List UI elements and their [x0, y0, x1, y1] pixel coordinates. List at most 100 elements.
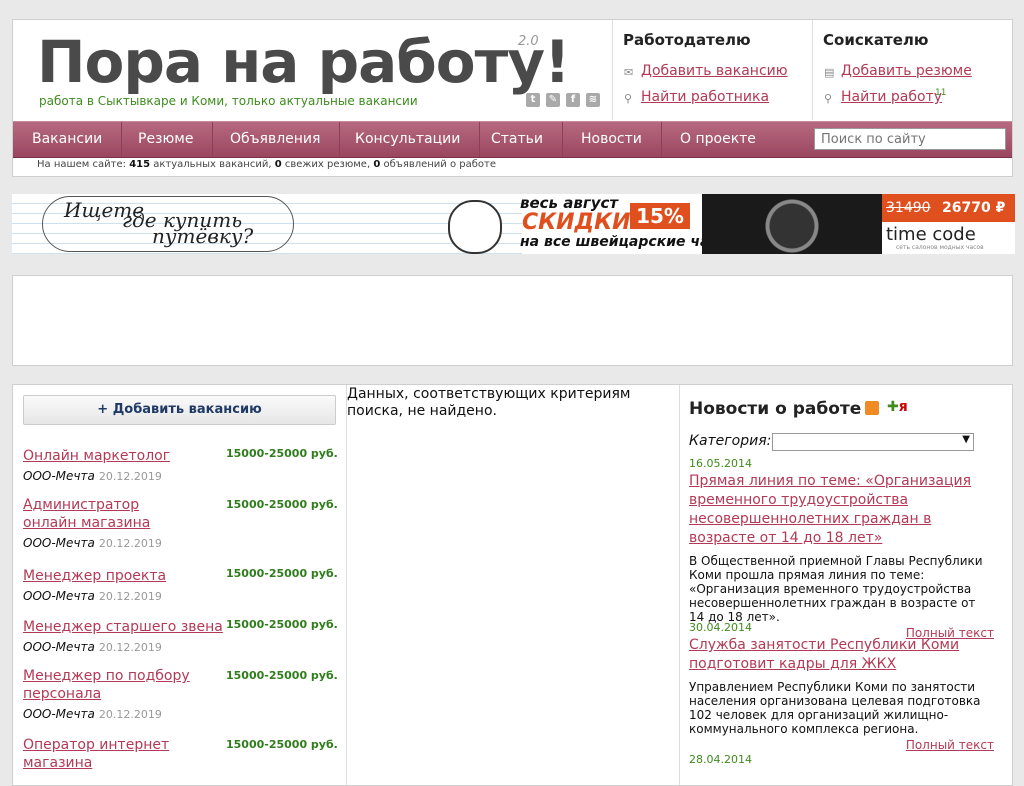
twitter-icon[interactable]: t [526, 93, 540, 107]
vacancy-date: 20.12.2019 [98, 708, 162, 721]
vacancy-salary: 15000-25000 руб. [226, 567, 338, 580]
briefcase-icon: ✉ [624, 66, 634, 79]
vacancy-date: 20.12.2019 [98, 641, 162, 654]
vacancy-item: Оператор интернет магазина 15000-25000 р… [23, 736, 343, 772]
column-divider [346, 385, 347, 785]
brand-name: time code [886, 224, 976, 245]
category-select[interactable]: ▼ [772, 433, 974, 451]
livejournal-icon[interactable]: ✎ [546, 93, 560, 107]
stats-prefix: На нашем сайте: [37, 159, 126, 170]
news-date: 30.04.2014 [689, 621, 752, 634]
cartoon-character-icon [448, 200, 502, 254]
vacancy-company: ООО-Мечта [23, 536, 95, 550]
main-nav: Вакансии Резюме Объявления Консультации … [13, 121, 1012, 158]
brand-subtitle: сеть салонов модных часов [896, 244, 984, 251]
news-date: 28.04.2014 [689, 753, 752, 766]
promo-percent: 15% [630, 203, 690, 229]
site-logo[interactable]: Пора на работу! [37, 32, 571, 92]
seeker-title: Соискателю [823, 31, 929, 49]
vacancy-item: Администратор онлайн магазина 15000-2500… [23, 496, 343, 551]
old-price: 31490 [886, 200, 931, 216]
vacancy-date: 20.12.2019 [98, 537, 162, 550]
nav-item-articles[interactable]: Статьи [472, 122, 564, 157]
vacancy-salary: 15000-25000 руб. [226, 498, 338, 511]
stats-ads-count: 0 [373, 159, 381, 170]
stats-resumes-label: свежих резюме, [284, 159, 371, 170]
vacancy-date: 20.12.2019 [98, 470, 162, 483]
news-title: Новости о работе [689, 399, 862, 419]
document-icon: ▤ [824, 66, 835, 79]
banner-line-3: путёвку? [152, 224, 254, 248]
no-results-message: Данных, соответствующих критериям поиска… [347, 386, 631, 419]
site-header: Пора на работу! 2.0 работа в Сыктывкаре … [12, 19, 1013, 177]
stats-vacancies-count: 415 [129, 159, 151, 170]
stats-ads-label: объявлений о работе [383, 159, 497, 170]
vacancy-item: Менеджер проекта 15000-25000 руб. ООО-Ме… [23, 565, 343, 604]
promo-main: СКИДКИ [522, 210, 631, 235]
site-search-input[interactable] [814, 128, 1006, 150]
vacancy-item: Онлайн маркетолог 15000-25000 руб. ООО-М… [23, 445, 343, 484]
column-divider [612, 20, 613, 120]
site-tagline: работа в Сыктывкаре и Коми, только актуа… [39, 94, 418, 108]
add-vacancy-button[interactable]: + Добавить вакансию [23, 395, 336, 425]
category-label: Категория: [689, 433, 772, 449]
new-price: 26770 ₽ [942, 200, 1006, 216]
nav-item-ads[interactable]: Объявления [211, 122, 341, 157]
ad-banner[interactable]: Ищете где купить путёвку? весь август СК… [12, 194, 1015, 254]
add-resume-link[interactable]: Добавить резюме [841, 63, 972, 79]
vacancy-title[interactable]: Онлайн маркетолог [23, 448, 170, 464]
rss-icon[interactable] [865, 401, 879, 415]
nav-item-vacancies[interactable]: Вакансии [13, 122, 123, 157]
chevron-down-icon: ▼ [962, 434, 970, 445]
vacancy-title[interactable]: Администратор онлайн магазина [23, 497, 150, 531]
stats-resumes-count: 0 [274, 159, 282, 170]
price-bar: 31490 26770 ₽ [882, 194, 1015, 222]
news-item: 28.04.2014 [689, 753, 994, 766]
news-text: В Общественной приемной Главы Республики… [689, 554, 983, 624]
site-stats: На нашем сайте: 415 актуальных вакансий,… [37, 159, 496, 170]
vacancy-salary: 15000-25000 руб. [226, 669, 338, 682]
vacancy-title[interactable]: Оператор интернет магазина [23, 737, 169, 771]
news-date: 16.05.2014 [689, 457, 752, 470]
add-vacancy-link[interactable]: Добавить вакансию [641, 63, 788, 79]
watch-image [702, 194, 882, 254]
news-item: 16.05.2014 Прямая линия по теме: «Органи… [689, 457, 994, 640]
nav-item-resumes[interactable]: Резюме [119, 122, 214, 157]
vacancy-date: 20.12.2019 [98, 590, 162, 603]
vacancy-company: ООО-Мечта [23, 640, 95, 654]
read-more-link[interactable]: Полный текст [906, 738, 994, 752]
vacancy-salary: 15000-25000 руб. [226, 738, 338, 751]
nav-item-about[interactable]: О проекте [661, 122, 775, 157]
vacancy-salary: 15000-25000 руб. [226, 618, 338, 631]
vacancy-title[interactable]: Менеджер старшего звена [23, 619, 223, 635]
vacancy-title[interactable]: Менеджер по подбору персонала [23, 668, 190, 702]
stats-vacancies-label: актуальных вакансий, [153, 159, 272, 170]
find-employee-link[interactable]: Найти работника [641, 89, 769, 105]
column-divider [812, 20, 813, 120]
column-divider [679, 385, 680, 785]
vacancy-company: ООО-Мечта [23, 589, 95, 603]
vacancy-company: ООО-Мечта [23, 707, 95, 721]
timecode-panel: 31490 26770 ₽ time code сеть салонов мод… [882, 194, 1015, 254]
vacancy-salary: 15000-25000 руб. [226, 447, 338, 460]
nav-item-consultations[interactable]: Консультации [336, 122, 481, 157]
news-headline[interactable]: Служба занятости Республики Коми подгото… [689, 637, 959, 672]
vacancy-item: Менеджер по подбору персонала 15000-2500… [23, 667, 343, 722]
employer-title: Работодателю [623, 31, 751, 49]
ad-placeholder [12, 275, 1013, 366]
vacancy-company: ООО-Мечта [23, 469, 95, 483]
facebook-icon[interactable]: f [566, 93, 580, 107]
news-text: Управлением Республики Коми по занятости… [689, 680, 981, 736]
search-icon: ⚲ [624, 92, 633, 105]
vacancy-title[interactable]: Менеджер проекта [23, 568, 166, 584]
nav-item-news[interactable]: Новости [562, 122, 662, 157]
rss-icon[interactable]: ≋ [586, 93, 600, 107]
add-yandex-icon[interactable]: ✚я [887, 399, 908, 415]
job-count-badge: 11 [935, 88, 947, 98]
search-icon: ⚲ [824, 92, 833, 105]
find-job-link[interactable]: Найти работу [841, 89, 942, 105]
news-item: 30.04.2014 Служба занятости Республики К… [689, 621, 994, 752]
news-headline[interactable]: Прямая линия по теме: «Организация време… [689, 473, 971, 546]
version-label: 2.0 [518, 34, 539, 49]
vacancy-item: Менеджер старшего звена 15000-25000 руб.… [23, 616, 343, 655]
